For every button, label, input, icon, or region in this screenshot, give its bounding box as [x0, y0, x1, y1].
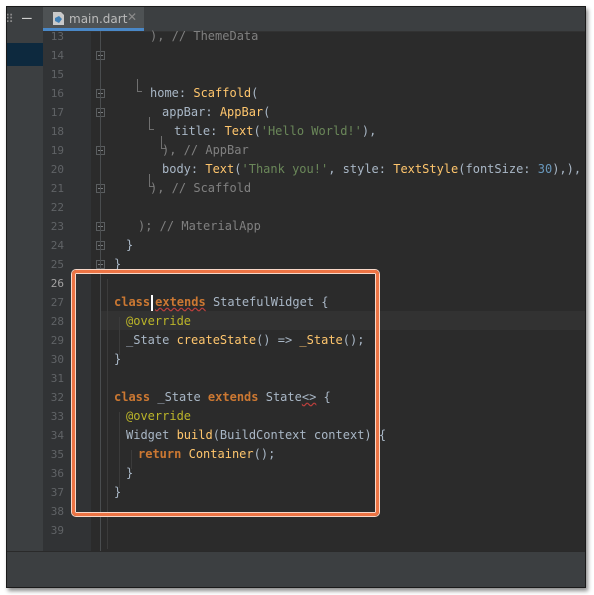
tree-connector	[137, 79, 142, 92]
line-number: 23	[50, 220, 64, 233]
code-line-15: home: Scaffold(	[150, 84, 258, 103]
dart-file-icon	[53, 12, 64, 25]
line-number-current: 26	[50, 277, 64, 290]
line-number: 21	[50, 182, 64, 195]
line-number: 30	[50, 353, 64, 366]
close-tab-icon[interactable]: ✕	[127, 10, 137, 24]
line-number: 29	[50, 334, 64, 347]
line-number: 37	[50, 486, 64, 499]
line-number: 13	[50, 30, 64, 43]
line-number: 20	[50, 163, 64, 176]
code-property: appBar	[162, 105, 206, 119]
line-number: 38	[50, 505, 64, 518]
highlight-box	[72, 270, 379, 516]
line-number: 32	[50, 391, 64, 404]
editor-tab-bar: main.dart ✕	[43, 7, 585, 32]
code-comment: ), // ThemeData	[150, 29, 259, 43]
code-punct: :	[205, 105, 220, 119]
code-line-17: title: Text('Hello World!'),	[174, 122, 376, 141]
line-number: 18	[50, 125, 64, 138]
code-class: Scaffold	[193, 86, 252, 100]
drag-handle-icon[interactable]: ⠿	[7, 12, 14, 26]
code-line-13: ), // ThemeData	[150, 27, 258, 46]
line-number: 36	[50, 467, 64, 480]
code-class: Text	[224, 124, 254, 138]
tool-window-strip	[7, 7, 43, 587]
strip-header: ⠿ —	[7, 7, 43, 31]
line-number: 24	[50, 239, 64, 252]
code-punct: (	[253, 124, 261, 138]
code-line-16: appBar: AppBar(	[162, 103, 270, 122]
code-property: title	[174, 124, 211, 138]
code-punct: , style:	[328, 162, 394, 176]
status-bar	[7, 551, 585, 587]
code-comment: ); // MaterialApp	[138, 219, 261, 233]
code-punct: (	[263, 105, 271, 119]
code-comment: ), // AppBar	[162, 143, 249, 157]
line-number: 28	[50, 315, 64, 328]
code-class: TextStyle	[393, 162, 459, 176]
code-string: 'Hello World!'	[260, 124, 362, 138]
code-property: home	[150, 86, 179, 100]
line-number: 39	[50, 524, 64, 537]
minimize-icon[interactable]: —	[22, 8, 32, 27]
tab-label: main.dart	[69, 12, 128, 26]
tree-connector	[149, 117, 154, 130]
code-punct: ),	[361, 124, 377, 138]
code-class: Text	[205, 162, 235, 176]
code-punct: :	[190, 162, 206, 176]
line-number: 22	[50, 201, 64, 214]
line-number: 16	[50, 87, 64, 100]
code-line-20: ), // Scaffold	[150, 179, 251, 198]
code-punct: (fontSize:	[458, 162, 538, 176]
line-number: 33	[50, 410, 64, 423]
line-number: 25	[50, 258, 64, 271]
line-number: 19	[50, 144, 64, 157]
code-punct: (	[251, 86, 259, 100]
code-number: 30	[537, 162, 553, 176]
code-punct: :	[178, 86, 194, 100]
code-line-22: ); // MaterialApp	[138, 217, 261, 236]
code-string: 'Thank you!'	[241, 162, 329, 176]
code-line-23: }	[126, 238, 134, 252]
line-number: 17	[50, 106, 64, 119]
code-comment: ), // Scaffold	[150, 181, 252, 195]
code-punct: (	[234, 162, 242, 176]
line-number: 14	[50, 49, 64, 62]
code-punct: ),),	[552, 162, 582, 176]
line-number: 35	[50, 448, 64, 461]
line-number: 15	[50, 68, 64, 81]
line-number: 34	[50, 429, 64, 442]
line-number: 27	[50, 296, 64, 309]
code-line-19: body: Text('Thank you!', style: TextStyl…	[162, 160, 581, 179]
line-number: 31	[50, 372, 64, 385]
selected-strip-item[interactable]	[7, 43, 43, 66]
code-line-18: ), // AppBar	[162, 141, 249, 160]
code-property: body	[162, 162, 191, 176]
code-class: AppBar	[219, 105, 264, 119]
code-punct: :	[210, 124, 225, 138]
